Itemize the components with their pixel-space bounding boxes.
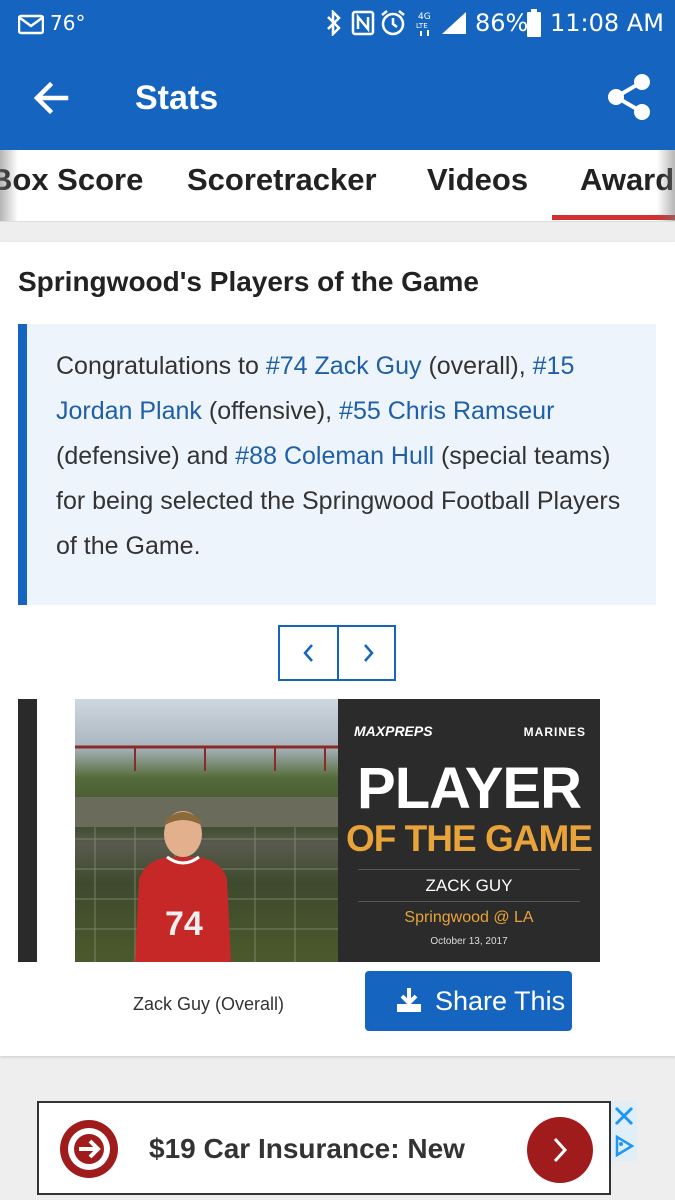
svg-text:LTE: LTE xyxy=(416,22,428,30)
marines-logo: MARINES xyxy=(523,725,586,739)
clock: 11:08 AM xyxy=(550,9,664,37)
tab-scroll-fade-right xyxy=(657,150,675,221)
player-link-zack-guy[interactable]: #74 Zack Guy xyxy=(266,352,422,380)
share-this-button[interactable]: Share This xyxy=(365,971,572,1031)
awards-heading: Springwood's Players of the Game xyxy=(18,266,479,297)
slide-caption: Zack Guy (Overall) xyxy=(133,994,285,1014)
player-link-chris-ramseur[interactable]: #55 Chris Ramseur xyxy=(339,397,554,425)
ad-text: $19 Car Insurance: New xyxy=(149,1133,465,1164)
player-of-the-game-graphic: MAXPREPS MARINES PLAYER OF THE GAME ZACK… xyxy=(338,699,600,962)
ad-close-button[interactable] xyxy=(611,1101,637,1131)
tab-scoretracker[interactable]: Scoretracker xyxy=(187,160,377,200)
announcement-text-4: (defensive) and xyxy=(56,442,236,470)
promo-divider-top xyxy=(358,869,580,870)
battery-percent: 86% xyxy=(475,9,529,37)
awards-card: Springwood's Players of the Game Congrat… xyxy=(0,242,675,1056)
maxpreps-logo: MAXPREPS xyxy=(354,723,433,739)
player-link-coleman-hull[interactable]: #88 Coleman Hull xyxy=(235,442,434,470)
promo-matchup: Springwood @ LA xyxy=(404,909,534,926)
chevron-right-icon xyxy=(363,644,374,662)
jersey-number: 74 xyxy=(165,905,203,943)
player-photo: 74 xyxy=(75,699,338,962)
mail-icon xyxy=(18,14,44,35)
tab-videos[interactable]: Videos xyxy=(427,160,528,200)
svg-text:4G: 4G xyxy=(418,12,431,22)
player-photo-illustration: 74 xyxy=(75,745,338,962)
signal-icon xyxy=(442,12,466,34)
ad-arrow-logo-icon xyxy=(60,1120,118,1178)
page-title: Stats xyxy=(135,79,219,117)
promo-player-name: ZACK GUY xyxy=(425,876,513,895)
chevron-right-icon xyxy=(553,1137,568,1163)
promo-divider-bottom xyxy=(358,901,580,902)
tab-bar: Box Score Scoretracker Videos Awards xyxy=(0,150,675,222)
temperature: 76° xyxy=(50,11,86,35)
tab-scroll-fade-left xyxy=(0,150,18,221)
promo-subhead: OF THE GAME xyxy=(346,818,593,859)
alarm-icon xyxy=(381,10,405,36)
tab-box-score[interactable]: Box Score xyxy=(0,160,143,200)
close-icon xyxy=(614,1106,634,1126)
back-arrow-icon[interactable] xyxy=(30,76,74,120)
announcement-text-3: (offensive), xyxy=(201,397,340,425)
4g-lte-icon: 4G LTE xyxy=(416,12,431,36)
promo-date: October 13, 2017 xyxy=(430,936,508,947)
ad-choices-button[interactable] xyxy=(611,1131,637,1161)
carousel-next-button[interactable] xyxy=(339,627,396,679)
announcement-text-1: Congratulations to xyxy=(56,352,266,380)
award-slide-image[interactable]: 74 MAXPREPS MARINES PLAYER OF THE GAME Z… xyxy=(75,699,600,962)
bluetooth-icon xyxy=(327,10,341,36)
chevron-left-icon xyxy=(302,644,313,662)
download-icon xyxy=(397,988,421,1012)
ad-go-button[interactable] xyxy=(527,1117,593,1183)
battery-icon xyxy=(527,9,541,37)
nfc-icon xyxy=(351,10,375,36)
carousel-prev-button[interactable] xyxy=(280,627,337,679)
ad-choices-icon xyxy=(615,1134,635,1158)
promo-headline: PLAYER xyxy=(357,756,582,821)
carousel-pager xyxy=(278,625,396,681)
ad-banner[interactable]: $19 Car Insurance: New xyxy=(37,1101,611,1195)
previous-slide-peek[interactable] xyxy=(18,699,37,962)
announcement-text-2: (overall), xyxy=(421,352,533,380)
share-icon[interactable] xyxy=(604,72,654,122)
awards-announcement: Congratulations to #74 Zack Guy (overall… xyxy=(18,324,656,605)
app-bar: Stats xyxy=(0,46,675,150)
share-this-label: Share This xyxy=(435,986,566,1016)
announcement-text: Congratulations to #74 Zack Guy (overall… xyxy=(56,344,646,569)
status-bar: 76° 4G LTE 86% 11:08 AM xyxy=(0,0,675,46)
